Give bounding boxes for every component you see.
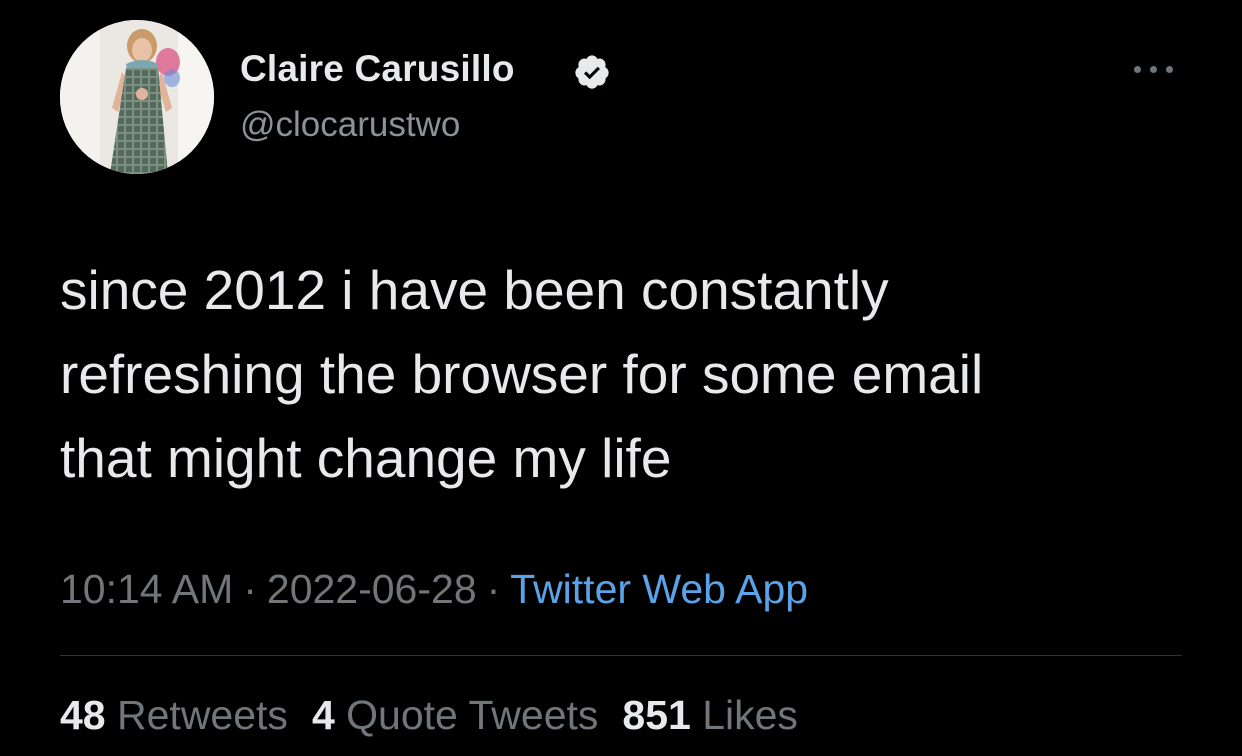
tweet-text: since 2012 i have been constantly refres… [60,248,1180,500]
quote-tweets-label: Quote Tweets [346,692,599,738]
author-display-name[interactable]: Claire Carusillo [240,48,515,90]
tweet-source-link[interactable]: Twitter Web App [510,566,808,612]
tweet-card: Claire Carusillo @clocarustwo since 2012… [0,0,1242,756]
retweets-label: Retweets [117,692,288,738]
more-dots-icon[interactable] [1128,58,1180,82]
quote-tweets-stat[interactable]: 4 Quote Tweets [312,692,598,739]
tweet-text-line: refreshing the browser for some email [60,343,984,405]
meta-separator: · [243,566,257,612]
tweet-text-line: that might change my life [60,427,672,489]
likes-label: Likes [702,692,798,738]
quote-tweets-count: 4 [311,692,335,738]
tweet-text-line: since 2012 i have been constantly [60,259,889,321]
meta-separator: · [486,566,501,612]
retweets-count: 48 [60,692,106,738]
likes-stat[interactable]: 851 Likes [622,692,798,739]
avatar[interactable] [60,20,214,174]
verified-badge-icon [575,55,609,89]
tweet-meta: 10:14 AM · 2022-06-28 · Twitter Web App [60,566,808,613]
retweets-stat[interactable]: 48 Retweets [60,692,288,739]
tweet-stats: 48 Retweets 4 Quote Tweets 851 Likes [60,692,822,739]
profile-photo-icon [60,20,214,174]
tweet-date[interactable]: 2022-06-28 [267,566,477,612]
tweet-time[interactable]: 10:14 AM [60,566,233,612]
likes-count: 851 [622,692,691,738]
author-handle[interactable]: @clocarustwo [240,105,460,145]
divider [60,655,1182,656]
